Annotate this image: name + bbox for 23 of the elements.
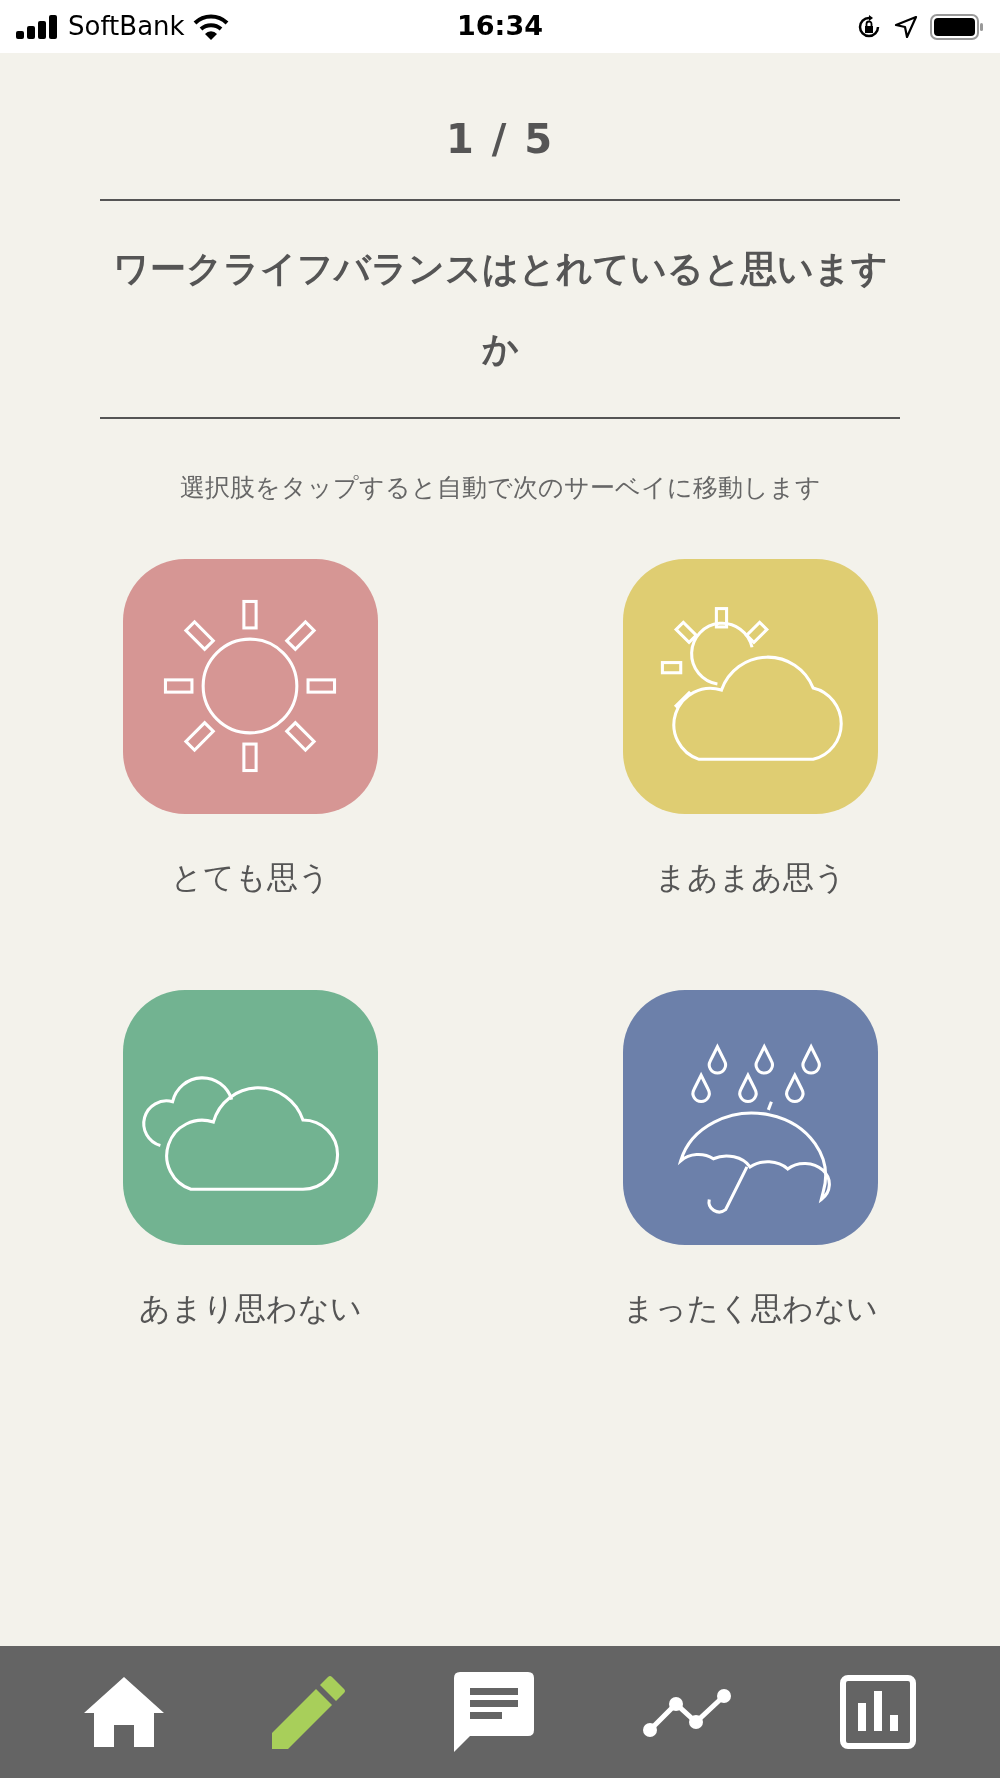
signal-icon	[16, 14, 60, 39]
answer-label[interactable]: とても思う	[170, 853, 330, 900]
line-chart-icon[interactable]	[642, 1686, 732, 1738]
carrier-name: SoftBank	[68, 10, 185, 43]
progress-counter: 1 / 5	[445, 115, 555, 164]
answer-label[interactable]: まあまあ思う	[654, 853, 846, 900]
pencil-icon[interactable]	[272, 1675, 346, 1749]
location-icon	[894, 14, 918, 39]
question-text: ワークライフバランスはとれていると思いますか	[112, 248, 888, 369]
home-icon[interactable]	[84, 1677, 164, 1747]
answer-tile[interactable]	[122, 990, 378, 1245]
wifi-icon	[192, 13, 229, 40]
bar-chart-icon[interactable]	[840, 1675, 916, 1749]
rotation-lock-icon	[856, 13, 882, 40]
clock-time: 16:34	[457, 9, 543, 44]
answer-tile[interactable]	[622, 558, 878, 814]
battery-icon	[930, 13, 984, 40]
answer-label[interactable]: あまり思わない	[138, 1285, 362, 1332]
answer-label[interactable]: まったく思わない	[622, 1285, 878, 1332]
instruction-text: 選択肢をタップすると自動で次のサーベイに移動します	[179, 472, 821, 504]
message-icon[interactable]	[454, 1672, 534, 1752]
answer-tile[interactable]	[122, 558, 378, 814]
answer-tile[interactable]	[622, 990, 878, 1245]
